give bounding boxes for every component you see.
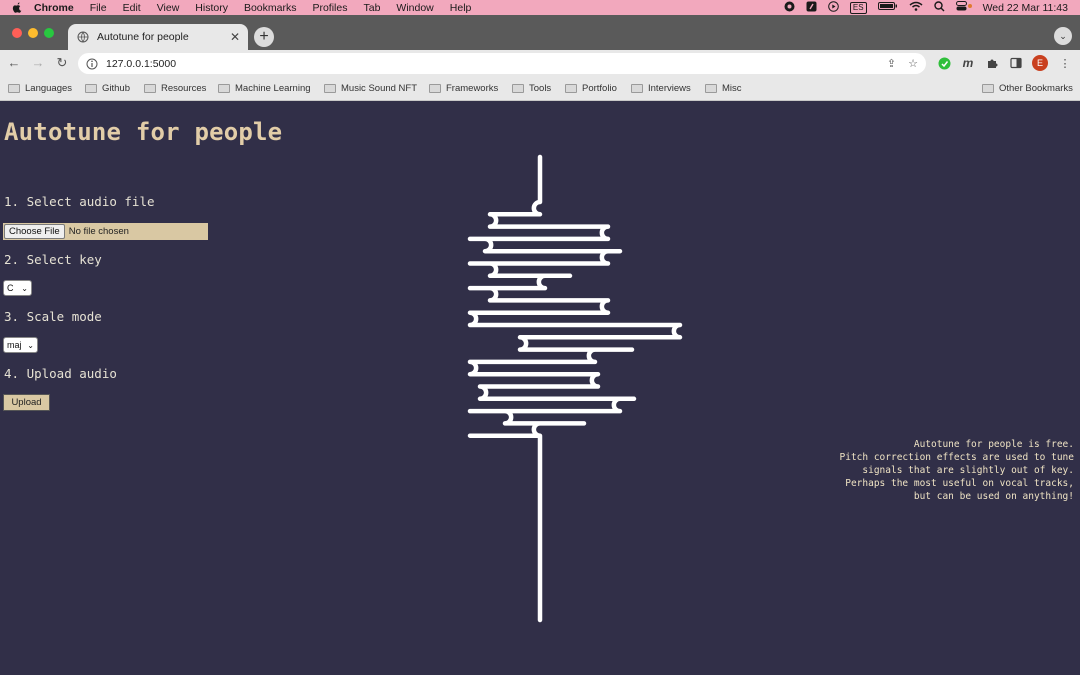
script-icon[interactable]	[806, 1, 817, 15]
description-line: Pitch correction effects are used to tun…	[839, 452, 1075, 463]
extension-m-icon[interactable]: m	[961, 56, 975, 70]
file-input[interactable]: Choose File No file chosen	[3, 223, 208, 240]
search-icon[interactable]	[933, 0, 945, 15]
choose-file-button[interactable]: Choose File	[4, 224, 65, 239]
waveform-illustration	[467, 154, 683, 623]
forward-arrow-icon[interactable]: →	[30, 55, 46, 71]
record-icon[interactable]	[784, 1, 795, 15]
upload-button[interactable]: Upload	[3, 394, 50, 411]
browser-tab[interactable]: Autotune for people ✕	[68, 24, 248, 50]
bookmark-folder[interactable]: Resources	[144, 82, 206, 95]
share-icon[interactable]: ⇪	[887, 57, 896, 70]
close-tab-icon[interactable]: ✕	[230, 30, 240, 44]
folder-icon	[429, 84, 441, 93]
menu-window[interactable]: Window	[396, 2, 433, 14]
bookmark-folder[interactable]: Machine Learning	[218, 82, 311, 95]
menu-edit[interactable]: Edit	[123, 2, 141, 14]
step-select-key-label: 2. Select key	[4, 252, 102, 267]
macos-menu-bar: Chrome File Edit View History Bookmarks …	[0, 0, 1080, 15]
folder-icon	[512, 84, 524, 93]
extensions-puzzle-icon[interactable]	[985, 56, 999, 70]
maximize-window-button[interactable]	[44, 28, 54, 38]
menu-profiles[interactable]: Profiles	[312, 2, 347, 14]
clock-datetime[interactable]: Wed 22 Mar 11:43	[983, 2, 1068, 14]
page-title: Autotune for people	[4, 118, 283, 146]
menu-bookmarks[interactable]: Bookmarks	[244, 2, 297, 14]
waveform-line	[467, 154, 683, 623]
description-line: Perhaps the most useful on vocal tracks,	[845, 478, 1074, 489]
play-icon[interactable]	[828, 0, 839, 15]
menu-app-name[interactable]: Chrome	[34, 2, 74, 14]
control-center-icon[interactable]	[955, 1, 972, 14]
folder-icon	[705, 84, 717, 93]
bookmark-folder[interactable]: Languages	[8, 82, 72, 95]
status-area: ES Wed 22 Mar 11:43	[784, 0, 1080, 15]
input-source-badge[interactable]: ES	[849, 1, 867, 14]
web-page: Autotune for people 1. Select audio file…	[0, 102, 1080, 675]
address-bar[interactable]: 127.0.0.1:5000 ⇪ ☆	[78, 53, 926, 74]
tab-search-button[interactable]: ⌄	[1054, 27, 1072, 45]
menu-tab[interactable]: Tab	[363, 2, 380, 14]
tab-title: Autotune for people	[97, 31, 189, 43]
folder-icon	[85, 84, 97, 93]
menu-view[interactable]: View	[157, 2, 180, 14]
bookmark-folder[interactable]: Tools	[512, 82, 551, 95]
bookmarks-bar: Languages Github Resources Machine Learn…	[0, 77, 1080, 101]
folder-icon	[8, 84, 20, 93]
browser-toolbar: ← → ↻ 127.0.0.1:5000 ⇪ ☆ m E ⋮	[0, 50, 1080, 77]
other-bookmarks-folder[interactable]: Other Bookmarks	[982, 82, 1073, 95]
folder-icon	[218, 84, 230, 93]
bookmark-folder[interactable]: Github	[85, 82, 130, 95]
folder-icon	[631, 84, 643, 93]
bookmark-folder[interactable]: Music Sound NFT	[324, 82, 417, 95]
key-select[interactable]: C ⌄	[3, 280, 32, 296]
menu-help[interactable]: Help	[450, 2, 472, 14]
back-arrow-icon[interactable]: ←	[6, 55, 22, 71]
globe-icon	[77, 31, 89, 43]
extension-green-icon[interactable]	[937, 56, 951, 70]
wifi-icon[interactable]	[909, 1, 923, 14]
key-select-value: C	[7, 283, 14, 293]
mode-select-value: maj	[7, 340, 22, 350]
folder-icon	[144, 84, 156, 93]
menu-file[interactable]: File	[90, 2, 107, 14]
profile-avatar[interactable]: E	[1032, 55, 1048, 71]
url-text[interactable]: 127.0.0.1:5000	[106, 58, 176, 70]
description-text: Autotune for people is free. Pitch corre…	[814, 438, 1075, 503]
apple-icon[interactable]	[10, 1, 24, 15]
no-file-text: No file chosen	[68, 226, 129, 237]
menu-history[interactable]: History	[195, 2, 228, 14]
minimize-window-button[interactable]	[28, 28, 38, 38]
mode-select[interactable]: maj ⌄	[3, 337, 38, 353]
browser-tab-strip: Autotune for people ✕ + ⌄	[0, 15, 1080, 50]
bookmark-star-icon[interactable]: ☆	[908, 57, 918, 70]
description-line: Autotune for people is free.	[913, 439, 1074, 450]
chevron-down-icon: ⌄	[21, 283, 28, 293]
step-upload-label: 4. Upload audio	[4, 366, 117, 381]
chevron-down-icon: ⌄	[27, 340, 34, 350]
site-info-icon[interactable]	[86, 58, 98, 70]
step-select-file-label: 1. Select audio file	[4, 194, 155, 209]
close-window-button[interactable]	[12, 28, 22, 38]
battery-icon[interactable]	[877, 1, 898, 14]
description-line: signals that are slightly out of key.	[862, 465, 1074, 476]
folder-icon	[982, 84, 994, 93]
new-tab-button[interactable]: +	[254, 27, 274, 47]
description-line: but can be used on anything!	[913, 491, 1074, 502]
folder-icon	[565, 84, 577, 93]
side-panel-icon[interactable]	[1009, 56, 1023, 70]
bookmark-folder[interactable]: Interviews	[631, 82, 691, 95]
bookmark-folder[interactable]: Frameworks	[429, 82, 498, 95]
folder-icon	[324, 84, 336, 93]
bookmark-folder[interactable]: Misc	[705, 82, 742, 95]
step-scale-mode-label: 3. Scale mode	[4, 309, 102, 324]
more-menu-icon[interactable]: ⋮	[1058, 56, 1072, 70]
reload-icon[interactable]: ↻	[54, 55, 70, 71]
bookmark-folder[interactable]: Portfolio	[565, 82, 617, 95]
